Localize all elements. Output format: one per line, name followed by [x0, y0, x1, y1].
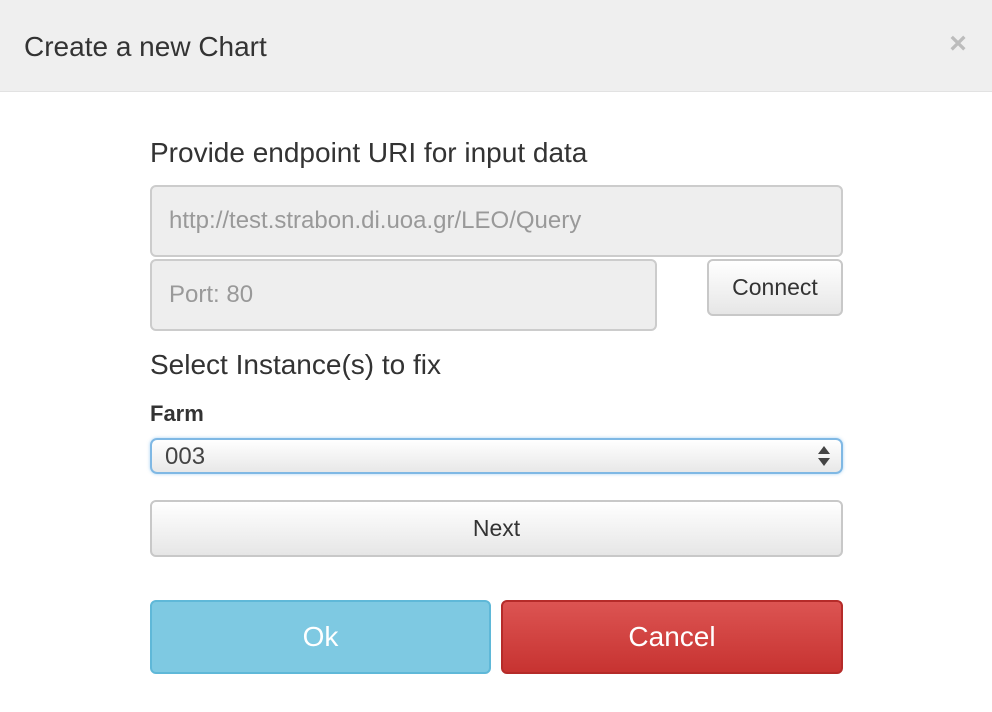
select-arrows-icon	[818, 446, 830, 466]
port-input[interactable]	[150, 259, 657, 331]
endpoint-heading: Provide endpoint URI for input data	[150, 137, 588, 168]
cancel-button[interactable]: Cancel	[501, 600, 843, 674]
farm-select[interactable]: 003	[150, 438, 843, 474]
farm-select-value: 003	[165, 443, 206, 470]
farm-label: Farm	[150, 401, 204, 426]
modal-header: Create a new Chart ×	[0, 0, 992, 92]
close-icon[interactable]: ×	[946, 29, 970, 59]
ok-button[interactable]: Ok	[150, 600, 491, 674]
instances-heading: Select Instance(s) to fix	[150, 349, 442, 380]
endpoint-uri-input[interactable]	[150, 185, 843, 257]
next-button[interactable]: Next	[150, 500, 843, 557]
create-chart-modal: Create a new Chart × Provide endpoint UR…	[0, 0, 992, 712]
connect-button[interactable]: Connect	[707, 259, 843, 316]
modal-title: Create a new Chart	[24, 31, 267, 62]
